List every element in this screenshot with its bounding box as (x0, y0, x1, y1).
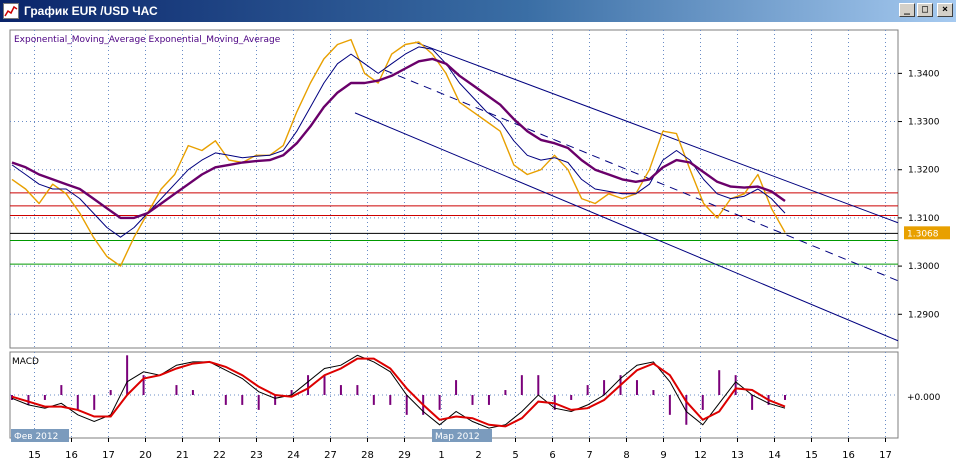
month-label-mar: Мар 2012 (435, 432, 480, 442)
close-button[interactable]: × (937, 3, 953, 17)
x-tick-label: 17 (102, 450, 115, 461)
x-tick-label: 1 (438, 450, 444, 461)
x-tick-label: 23 (250, 450, 263, 461)
maximize-button[interactable]: □ (917, 3, 933, 17)
x-tick-label: 17 (879, 450, 892, 461)
x-tick-label: 20 (139, 450, 152, 461)
chart-icon (3, 3, 19, 19)
x-tick-label: 24 (287, 450, 300, 461)
current-price-label: 1.3068 (907, 229, 939, 239)
y-tick-label: 1.3100 (908, 214, 940, 224)
x-tick-label: 16 (65, 450, 78, 461)
x-tick-label: 15 (28, 450, 41, 461)
macd-zero-label: +0.000 (907, 393, 941, 403)
y-tick-label: 1.2900 (908, 310, 940, 320)
window-title: График EUR /USD ЧАС (24, 4, 158, 18)
x-tick-label: 15 (805, 450, 818, 461)
minimize-button[interactable]: _ (899, 3, 915, 17)
window-controls: _ □ × (899, 3, 953, 17)
x-tick-label: 28 (361, 450, 374, 461)
x-tick-label: 12 (694, 450, 707, 461)
window-titlebar[interactable]: График EUR /USD ЧАС _ □ × (0, 0, 956, 22)
x-tick-label: 5 (512, 450, 518, 461)
month-label-feb: Фев 2012 (14, 432, 58, 442)
chart-frame: 1.3400 1.3300 1.3200 1.3100 1.3000 1.2900 15 1… (0, 22, 956, 467)
x-tick-label: 22 (213, 450, 226, 461)
x-tick-label: 16 (842, 450, 855, 461)
x-tick-label: 7 (586, 450, 592, 461)
macd-label: MACD (12, 357, 39, 367)
indicator-legend: Exponential_Moving_Average Exponential_M… (14, 35, 281, 45)
x-tick-label: 6 (549, 450, 555, 461)
price-axis: 1.3400 1.3300 1.3200 1.3100 1.3000 1.2900 (898, 69, 940, 320)
x-tick-label: 29 (398, 450, 411, 461)
price-chart[interactable]: 1.34001.33001.32001.31001.30001.2900 15 1… (0, 22, 956, 467)
x-tick-label: 13 (731, 450, 744, 461)
y-tick-label: 1.3000 (908, 262, 940, 272)
x-tick-label: 2 (475, 450, 481, 461)
x-tick-label: 21 (176, 450, 189, 461)
x-tick-label: 8 (623, 450, 629, 461)
y-tick-label: 1.3200 (908, 166, 940, 176)
x-tick-label: 14 (768, 450, 781, 461)
x-tick-label: 27 (324, 450, 337, 461)
y-tick-label: 1.3400 (908, 69, 940, 79)
x-tick-label: 9 (660, 450, 666, 461)
y-tick-label: 1.3300 (908, 118, 940, 128)
